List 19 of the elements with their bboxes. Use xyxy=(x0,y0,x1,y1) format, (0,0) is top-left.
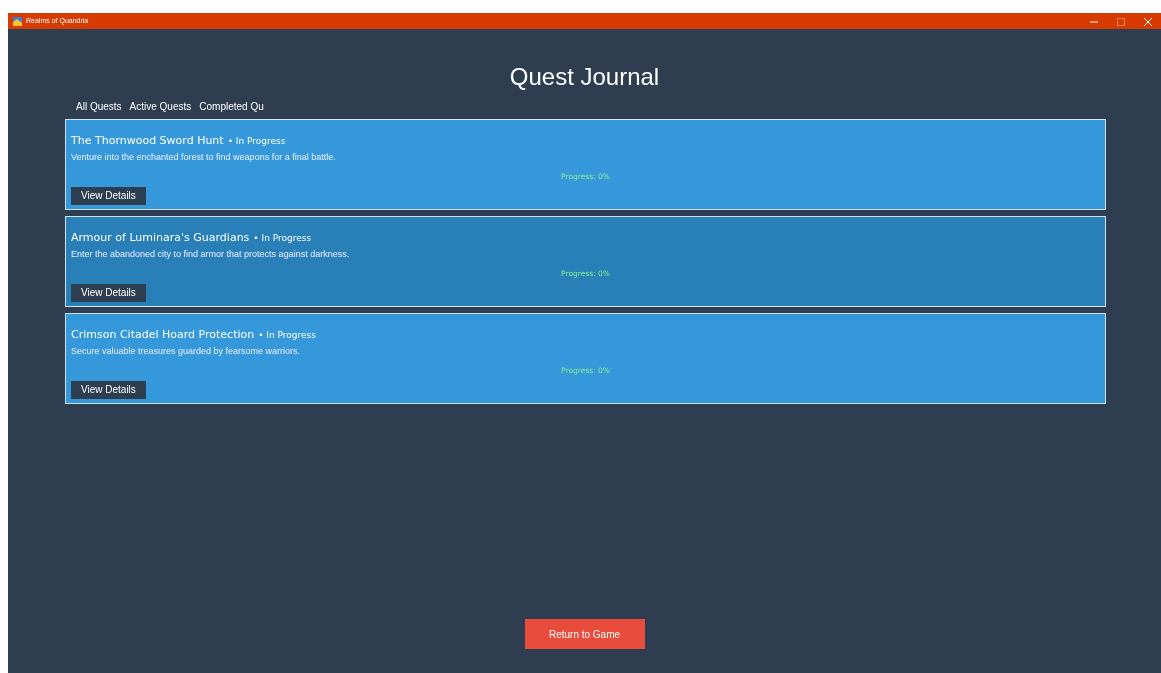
return-button[interactable]: Return to Game xyxy=(524,619,645,649)
quest-description: Secure valuable treasures guarded by fearsome warriors. xyxy=(71,345,302,357)
quest-title: The Thornwood Sword Hunt xyxy=(71,134,224,147)
view-details-button[interactable]: View Details xyxy=(71,381,146,399)
view-details-button[interactable]: View Details xyxy=(71,187,146,205)
close-icon[interactable] xyxy=(1143,17,1152,26)
quest-description: Venture into the enchanted forest to find weapons for a final battle. xyxy=(71,151,337,163)
quest-title: Crimson Citadel Hoard Protection xyxy=(71,328,255,341)
quest-description: Enter the abandoned city to find armor that protects against darkness. xyxy=(71,248,351,260)
app-icon xyxy=(13,16,22,26)
quest-status: • In Progress xyxy=(253,233,312,243)
quest-status: • In Progress xyxy=(227,136,286,146)
tab[interactable]: All Quests xyxy=(72,101,126,113)
view-details-button[interactable]: View Details xyxy=(71,284,146,302)
page-heading: Quest Journal xyxy=(508,62,661,92)
tab[interactable]: Active Quests xyxy=(125,101,196,113)
tab[interactable]: Completed Qu xyxy=(195,101,268,113)
quest-status: • In Progress xyxy=(258,330,316,340)
quest-title: Armour of Luminara's Guardians xyxy=(71,231,250,244)
